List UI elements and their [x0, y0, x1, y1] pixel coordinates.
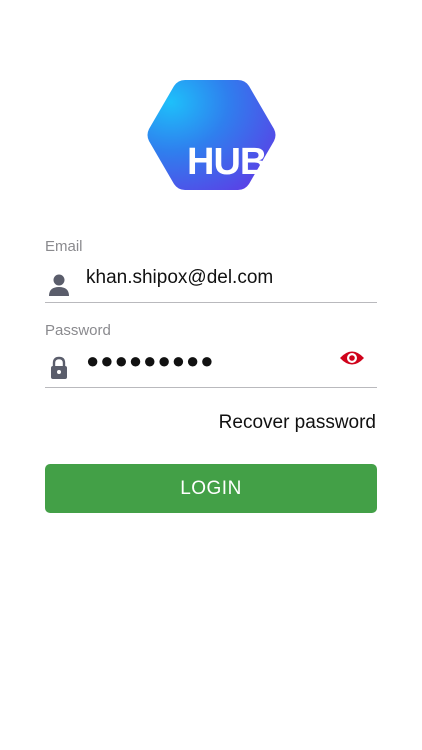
- password-field[interactable]: ●●●●●●●●●: [45, 344, 377, 388]
- password-input[interactable]: ●●●●●●●●●: [86, 348, 215, 374]
- login-button[interactable]: LOGIN: [45, 464, 377, 513]
- email-label: Email: [45, 238, 83, 255]
- password-label: Password: [45, 322, 111, 339]
- eye-icon[interactable]: [339, 348, 365, 368]
- recover-password-link[interactable]: Recover password: [219, 412, 376, 434]
- hub-logo: HUB: [145, 78, 278, 192]
- email-input[interactable]: [86, 261, 326, 295]
- person-icon: [48, 273, 70, 297]
- email-field[interactable]: [45, 259, 377, 303]
- login-screen: HUB Email Password ●●●●●●●●●: [0, 0, 422, 750]
- logo-text: HUB: [187, 141, 266, 183]
- lock-icon: [48, 356, 70, 380]
